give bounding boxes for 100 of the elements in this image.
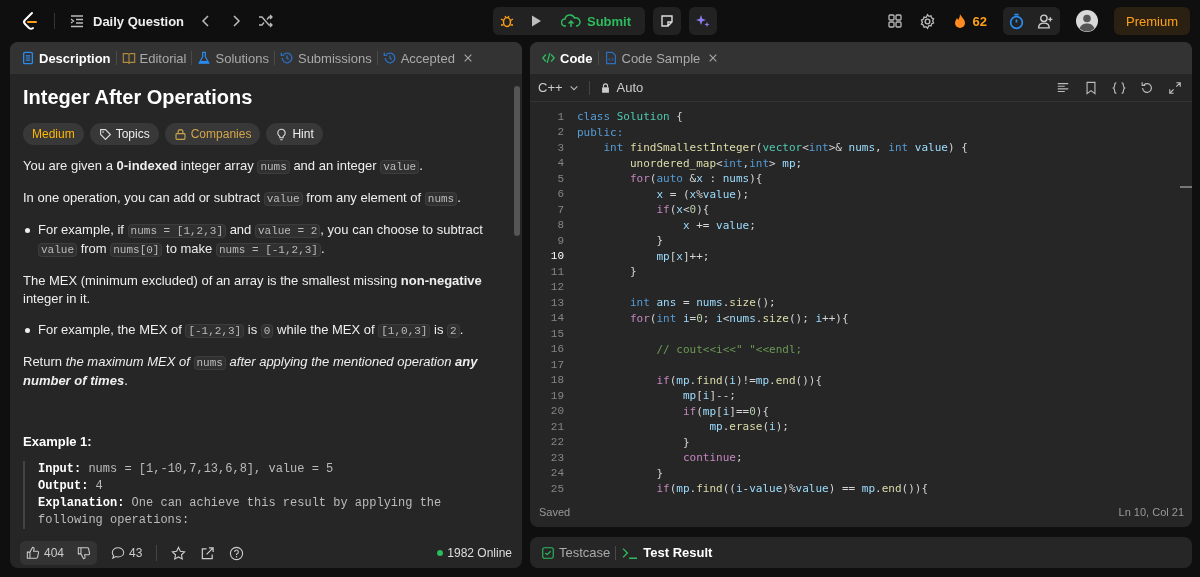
code-line: } — [655, 466, 664, 480]
settings-icon[interactable] — [918, 12, 936, 30]
cursor-position: Ln 10, Col 21 — [1118, 506, 1184, 518]
code-line: for(int i=0; i<nums.size(); i++){ — [628, 311, 849, 325]
book-icon — [121, 51, 136, 65]
premium-button[interactable]: Premium — [1114, 7, 1190, 35]
ai-button[interactable] — [689, 7, 718, 35]
language-dropdown[interactable]: C++ — [538, 80, 579, 95]
console-tab[interactable]: Testcase — [536, 539, 616, 566]
tag-chip[interactable]: Hint — [266, 123, 323, 145]
line-number: 9 — [556, 234, 564, 247]
line-number: 21 — [549, 420, 564, 433]
code-icon — [541, 51, 556, 65]
code-line: class Solution { — [577, 110, 683, 124]
code-line: if(mp.find((i-value)%value) == mp.end()){ — [655, 482, 929, 496]
checkbox-icon — [541, 545, 555, 560]
code-line: unordered_map<int,int> mp; — [628, 156, 803, 170]
expand-icon[interactable] — [1168, 80, 1182, 95]
shuffle-icon[interactable] — [258, 13, 275, 29]
line-number: 11 — [549, 265, 564, 278]
code-line: continue; — [681, 451, 743, 465]
online-dot — [437, 550, 444, 556]
avatar[interactable] — [1076, 10, 1098, 32]
bullet-text: For example, the MEX of [-1,2,3] is 0 while the MEX of [1,0,3] is 2 . — [38, 321, 464, 340]
example-heading: Example 1: — [23, 434, 93, 449]
line-number: 3 — [556, 141, 564, 154]
close-icon[interactable] — [708, 53, 719, 63]
flask-icon — [197, 51, 212, 65]
list-icon[interactable] — [69, 13, 85, 29]
bullet-icon — [25, 328, 30, 333]
logo-icon[interactable] — [20, 11, 40, 31]
bug-icon — [498, 13, 515, 29]
history-icon — [279, 51, 294, 65]
line-number: 20 — [549, 405, 564, 418]
streak-count: 62 — [972, 13, 987, 29]
paragraph: Return the maximum MEX of nums after applying the mentioned operation any number of times. — [23, 353, 479, 390]
help-icon[interactable] — [229, 545, 245, 561]
stopwatch-icon — [1008, 12, 1026, 30]
code-line: int ans = nums.size(); — [628, 296, 776, 310]
line-number: 10 — [549, 250, 564, 263]
panel-tab[interactable]: Code Sample — [598, 45, 724, 71]
cloud-upload-icon — [560, 13, 581, 29]
code-line: // cout<<i<<" "<<endl; — [655, 342, 803, 356]
line-number: 24 — [549, 467, 564, 480]
comments-button[interactable]: 43 — [111, 546, 143, 560]
panel-tab[interactable]: Editorial — [116, 45, 192, 71]
panel-tab[interactable]: Submissions — [274, 45, 377, 71]
panel-tab[interactable]: Accepted — [377, 45, 478, 71]
thumbs-down-icon — [77, 546, 92, 560]
line-number: 22 — [549, 436, 564, 449]
paragraph: In one operation, you can add or subtract value from any element of nums . — [23, 189, 462, 208]
example-line: Explanation: One can achieve this result by applying the following operations: — [38, 495, 443, 529]
code-line: } — [681, 435, 690, 449]
panel-tab[interactable]: Description — [16, 45, 116, 71]
line-number: 23 — [549, 451, 564, 464]
tag-chip[interactable]: Companies — [164, 123, 261, 145]
code-line: mp[i]--; — [681, 389, 736, 403]
code-line: mp.erase(i); — [708, 420, 789, 434]
example-line: Output: 4 — [38, 478, 104, 495]
line-number: 7 — [556, 203, 564, 216]
layout-icon[interactable] — [886, 13, 903, 29]
console-tab[interactable]: Test Result — [616, 539, 718, 566]
reset-icon[interactable] — [1140, 80, 1154, 95]
line-number: 16 — [549, 343, 564, 356]
close-icon[interactable] — [462, 53, 473, 63]
line-number: 12 — [549, 281, 564, 294]
format-icon[interactable] — [1056, 80, 1070, 95]
line-number: 18 — [549, 374, 564, 387]
thumbs-up-icon — [26, 546, 40, 560]
line-number: 17 — [549, 358, 564, 371]
line-number: 25 — [549, 482, 564, 495]
bookmark-icon[interactable] — [1084, 80, 1098, 95]
bullet-icon — [25, 228, 30, 233]
note-button[interactable] — [653, 7, 682, 35]
mode-button[interactable]: Auto — [599, 80, 644, 95]
lock-icon — [599, 81, 611, 94]
online-count: 1982 Online — [447, 546, 512, 560]
star-icon[interactable] — [171, 545, 187, 561]
comment-icon — [111, 546, 126, 560]
code-line: mp[x]++; — [655, 249, 710, 263]
line-number: 5 — [556, 172, 564, 185]
lock-icon — [173, 127, 187, 141]
code-line: public: — [577, 125, 624, 139]
code-line: x = (x%value); — [655, 187, 750, 201]
tag-chip[interactable]: Topics — [89, 123, 159, 145]
line-number: 8 — [556, 219, 564, 232]
daily-question-link[interactable]: Daily Question — [93, 13, 185, 29]
panel-tab[interactable]: Solutions — [192, 45, 274, 71]
braces-icon[interactable] — [1112, 80, 1126, 95]
code-line: if(mp.find(i)!=mp.end()){ — [655, 373, 823, 387]
code-line: int findSmallestInteger(vector<int>& nums, int value) { — [602, 141, 968, 155]
panel-tab[interactable]: Code — [536, 45, 598, 71]
tag-chip[interactable]: Medium — [23, 123, 84, 145]
save-status: Saved — [539, 506, 571, 518]
share-icon[interactable] — [200, 545, 216, 561]
example-line: Input: nums = [1,-10,7,13,6,8], value = 5 — [38, 461, 335, 478]
lightbulb-icon — [275, 127, 289, 141]
problem-title: Integer After Operations — [23, 86, 254, 109]
history-icon — [382, 51, 397, 65]
code-line: if(mp[i]==0){ — [681, 404, 770, 418]
